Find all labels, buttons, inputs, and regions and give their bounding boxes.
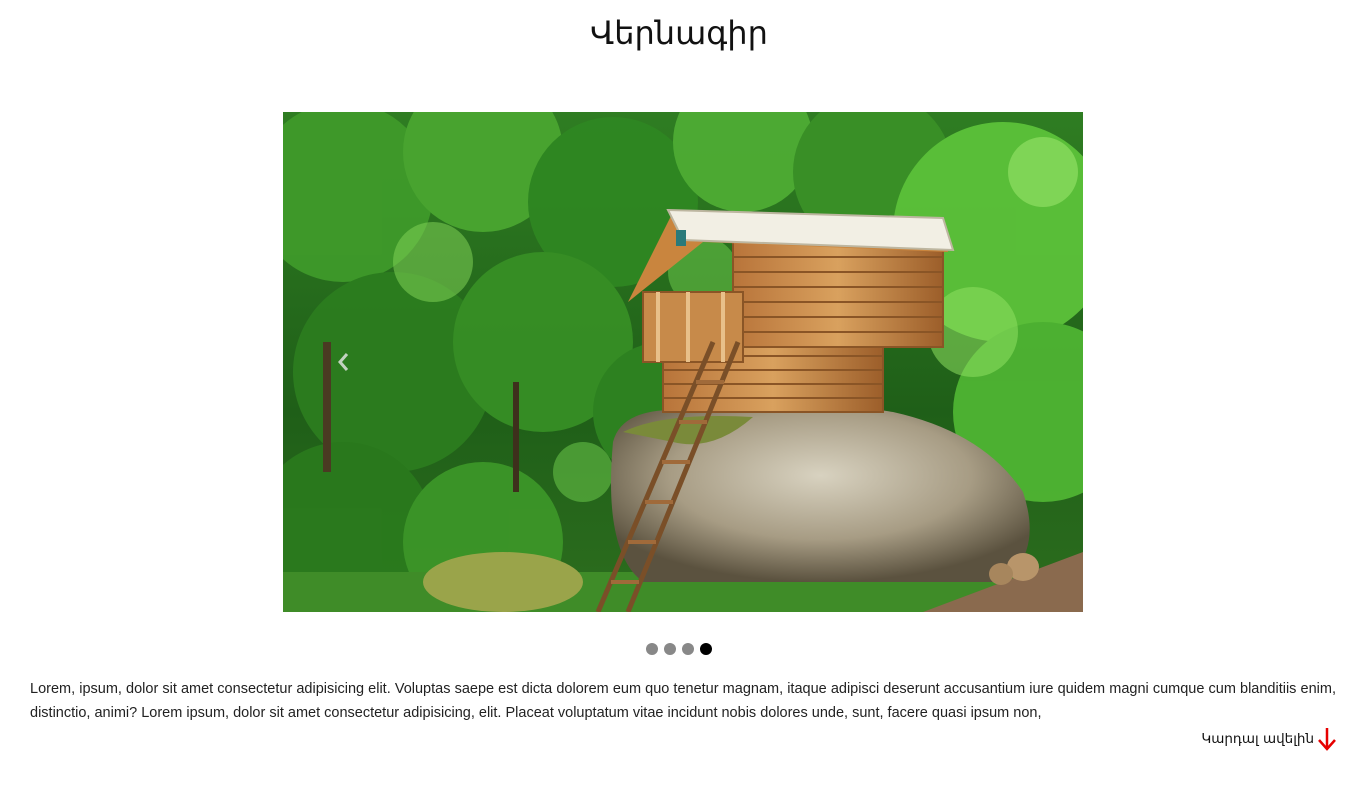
carousel-indicator-2[interactable] bbox=[664, 643, 676, 655]
carousel-prev-button[interactable] bbox=[333, 348, 355, 376]
carousel-slide-image bbox=[283, 112, 1083, 612]
carousel-indicator-3[interactable] bbox=[682, 643, 694, 655]
carousel-indicators bbox=[0, 643, 1358, 655]
chevron-left-icon bbox=[338, 353, 349, 371]
page-title: Վերնագիր bbox=[590, 14, 768, 52]
arrow-down-icon bbox=[1318, 728, 1336, 751]
image-carousel[interactable] bbox=[283, 112, 1083, 612]
carousel-indicator-4[interactable] bbox=[700, 643, 712, 655]
article-text: Lorem, ipsum, dolor sit amet consectetur… bbox=[30, 681, 1336, 721]
read-more-label: Կարդալ ավելին bbox=[1201, 731, 1314, 747]
page: Վերնագիր Lorem, ipsum, dolor sit amet co… bbox=[0, 0, 1358, 797]
read-more-link[interactable]: Կարդալ ավելին bbox=[1201, 727, 1336, 751]
carousel-indicator-1[interactable] bbox=[646, 643, 658, 655]
